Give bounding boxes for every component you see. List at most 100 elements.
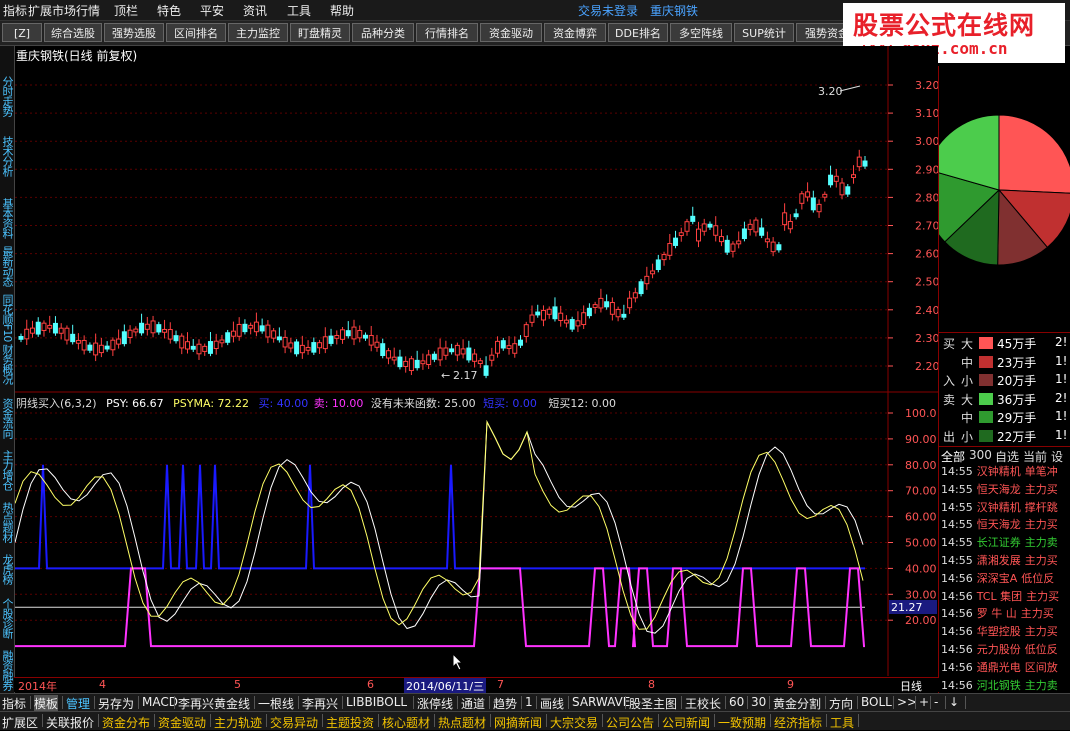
extension-link[interactable]: 公司公告 bbox=[606, 714, 654, 731]
toolbar-button-long-short[interactable]: 多空阵线 bbox=[670, 23, 732, 42]
indicator-tab[interactable]: 1 bbox=[525, 695, 533, 709]
tape-row[interactable]: 14:55 恒天海龙 主力买 bbox=[941, 481, 1070, 499]
left-tab-dragon-tiger[interactable]: 龙虎榜 bbox=[1, 554, 14, 584]
left-tab-basic-info[interactable]: 基本资料 bbox=[1, 198, 14, 238]
extension-link[interactable]: 公司新闻 bbox=[662, 714, 710, 731]
toolbar-button-dde-rank[interactable]: DDE排名 bbox=[608, 23, 668, 42]
left-tab-main-increase[interactable]: 主力增仓 bbox=[1, 450, 14, 490]
extension-link[interactable]: 交易异动 bbox=[270, 714, 318, 731]
toolbar-button-range-rank[interactable]: 区间排名 bbox=[166, 23, 226, 42]
toolbar-button-main-force-monitor[interactable]: 主力监控 bbox=[228, 23, 288, 42]
indicator-tab[interactable]: - bbox=[934, 695, 938, 709]
chart-area[interactable]: 3.20 3.10 3.00 2.90 2.80 2.70 2.60 2.50 2.40 2.30… bbox=[15, 46, 938, 676]
menu-item-indicator[interactable]: 指标 bbox=[3, 2, 27, 19]
extension-link[interactable]: 大宗交易 bbox=[550, 714, 598, 731]
menu-item-news[interactable]: 资讯 bbox=[243, 2, 267, 19]
tape-row[interactable]: 14:56 TCL 集团 主力买 bbox=[941, 588, 1070, 606]
indicator-tab[interactable]: 另存为 bbox=[98, 695, 134, 712]
toolbar-button-z[interactable]: [Z] bbox=[2, 23, 42, 42]
extension-link[interactable]: 网摘新闻 bbox=[494, 714, 542, 731]
indicator-tab[interactable]: 方向 bbox=[829, 695, 853, 712]
toolbar-button-category[interactable]: 品种分类 bbox=[352, 23, 414, 42]
tape-row[interactable]: 14:56 通鼎光电 区间放 bbox=[941, 659, 1070, 677]
extension-link[interactable]: 关联报价 bbox=[46, 714, 94, 731]
left-tab-technical[interactable]: 技术分析 bbox=[1, 136, 14, 176]
tape-row[interactable]: 14:55 汉钟精机 单笔冲 bbox=[941, 463, 1070, 481]
tape-row[interactable]: 14:55 恒天海龙 主力买 bbox=[941, 516, 1070, 534]
tape-row[interactable]: 14:55 长江证券 主力卖 bbox=[941, 534, 1070, 552]
login-status[interactable]: 交易未登录 bbox=[578, 2, 638, 19]
toolbar-button-strong-pick[interactable]: 强势选股 bbox=[104, 23, 164, 42]
orderbook-side: 入 bbox=[943, 374, 956, 388]
low-price-annotation: 2.17 bbox=[453, 369, 478, 382]
extension-link[interactable]: 主题投资 bbox=[326, 714, 374, 731]
tape-row[interactable]: 14:56 罗 牛 山主力买 bbox=[941, 605, 1070, 623]
indicator-tab[interactable]: 涨停线 bbox=[417, 695, 453, 712]
indicator-tab[interactable]: 指标 bbox=[2, 695, 26, 712]
menu-item-top-bar[interactable]: 顶栏 bbox=[114, 2, 138, 19]
extension-link[interactable]: 主力轨迹 bbox=[214, 714, 262, 731]
left-tab-finance[interactable]: 财务概况 bbox=[1, 344, 14, 384]
indicator-tab[interactable]: 通道 bbox=[461, 695, 485, 712]
indicator-tab[interactable]: + bbox=[919, 695, 929, 709]
indicator-tab[interactable]: SARWAVE bbox=[572, 695, 630, 709]
indicator-tab[interactable]: 王校长 bbox=[685, 695, 721, 712]
indicator-tab[interactable]: 画线 bbox=[540, 695, 564, 712]
indicator-tab[interactable]: 管理 bbox=[66, 695, 90, 712]
extension-link[interactable]: 经济指标 bbox=[774, 714, 822, 731]
extension-link[interactable]: 工具 bbox=[830, 714, 854, 731]
indicator-tab[interactable]: 趋势 bbox=[493, 695, 517, 712]
indicator-tab[interactable]: BOLL bbox=[861, 695, 892, 709]
tape-row[interactable]: 14:56 华塑控股 主力买 bbox=[941, 623, 1070, 641]
tape-stock: 元力股份 bbox=[976, 643, 1021, 656]
left-tab-f10[interactable]: 同花顺F10 bbox=[1, 294, 14, 341]
indicator-tab[interactable]: 一根线 bbox=[258, 695, 294, 712]
menu-item-extended-market[interactable]: 扩展市场行情 bbox=[28, 2, 100, 19]
tape-row[interactable]: 14:56 河北钢铁 主力卖 bbox=[941, 677, 1070, 695]
indicator-tab[interactable]: 30 bbox=[751, 695, 766, 709]
extension-link[interactable]: 资金驱动 bbox=[158, 714, 206, 731]
indicator-tab[interactable]: ↓ bbox=[949, 695, 959, 709]
tape-row[interactable]: 14:55 潇湘发展 主力买 bbox=[941, 552, 1070, 570]
tape-row[interactable]: 14:56 元力股份 低位反 bbox=[941, 641, 1070, 659]
tape-row[interactable]: 14:56 深深宝A 低位反 bbox=[941, 570, 1070, 588]
extension-link[interactable]: 扩展区 bbox=[2, 714, 38, 731]
extension-link[interactable]: 热点题材 bbox=[438, 714, 486, 731]
menu-item-help[interactable]: 帮助 bbox=[330, 2, 354, 19]
toolbar-button-sup-stats[interactable]: SUP统计 bbox=[734, 23, 794, 42]
indicator-tab[interactable]: LIBBIBOLL bbox=[346, 695, 407, 709]
toolbar-button-watch-wizard[interactable]: 盯盘精灵 bbox=[290, 23, 350, 42]
menu-item-tools[interactable]: 工具 bbox=[287, 2, 311, 19]
tape-tab-300[interactable]: 300 bbox=[969, 448, 992, 462]
candle-body bbox=[460, 348, 466, 355]
indicator-tab[interactable]: 模板 bbox=[34, 695, 59, 712]
toolbar-button-fund-game[interactable]: 资金博弈 bbox=[544, 23, 606, 42]
extension-link[interactable]: 资金分布 bbox=[102, 714, 150, 731]
indicator-tab[interactable]: 李再兴 bbox=[302, 695, 338, 712]
toolbar-button-comprehensive-pick[interactable]: 综合选股 bbox=[44, 23, 102, 42]
indicator-tab[interactable]: 股圣主图 bbox=[629, 695, 677, 712]
tape-stock: 恒天海龙 bbox=[976, 482, 1021, 496]
toolbar-button-fund-drive[interactable]: 资金驱动 bbox=[480, 23, 542, 42]
indicator-tab[interactable]: MACD bbox=[142, 695, 178, 709]
extension-link[interactable]: 核心题材 bbox=[382, 714, 430, 731]
tape-row[interactable]: 14:55 汉钟精机 撑杆跳 bbox=[941, 499, 1070, 517]
left-tab-diagnosis[interactable]: 个股诊断 bbox=[1, 598, 14, 638]
left-tab-fund-flow[interactable]: 资金流向 bbox=[1, 398, 14, 438]
toolbar-button-market-rank[interactable]: 行情排名 bbox=[416, 23, 478, 42]
orderbook-row: 中 23万手 1! bbox=[939, 353, 1070, 371]
indicator-tab[interactable]: 黄金分割 bbox=[773, 695, 821, 712]
tape-event: 低位反 bbox=[1024, 643, 1058, 656]
indicator-tab[interactable]: 60 bbox=[729, 695, 744, 709]
candle-body bbox=[41, 322, 47, 331]
left-tab-hot-topics[interactable]: 热点题材 bbox=[1, 502, 14, 542]
extension-link[interactable]: 一致预期 bbox=[718, 714, 766, 731]
menu-item-features[interactable]: 特色 bbox=[157, 2, 181, 19]
indicator-tab[interactable]: 李再兴黄金线 bbox=[178, 695, 250, 712]
left-tab-intraday[interactable]: 分时走势 bbox=[1, 76, 14, 116]
period-label[interactable]: 日线 bbox=[900, 678, 922, 694]
left-tab-latest-news[interactable]: 最新动态 bbox=[1, 246, 14, 286]
menu-item-pingan[interactable]: 平安 bbox=[200, 2, 224, 19]
left-tab-margin[interactable]: 融资融券 bbox=[1, 650, 14, 690]
candle-body bbox=[518, 339, 524, 346]
